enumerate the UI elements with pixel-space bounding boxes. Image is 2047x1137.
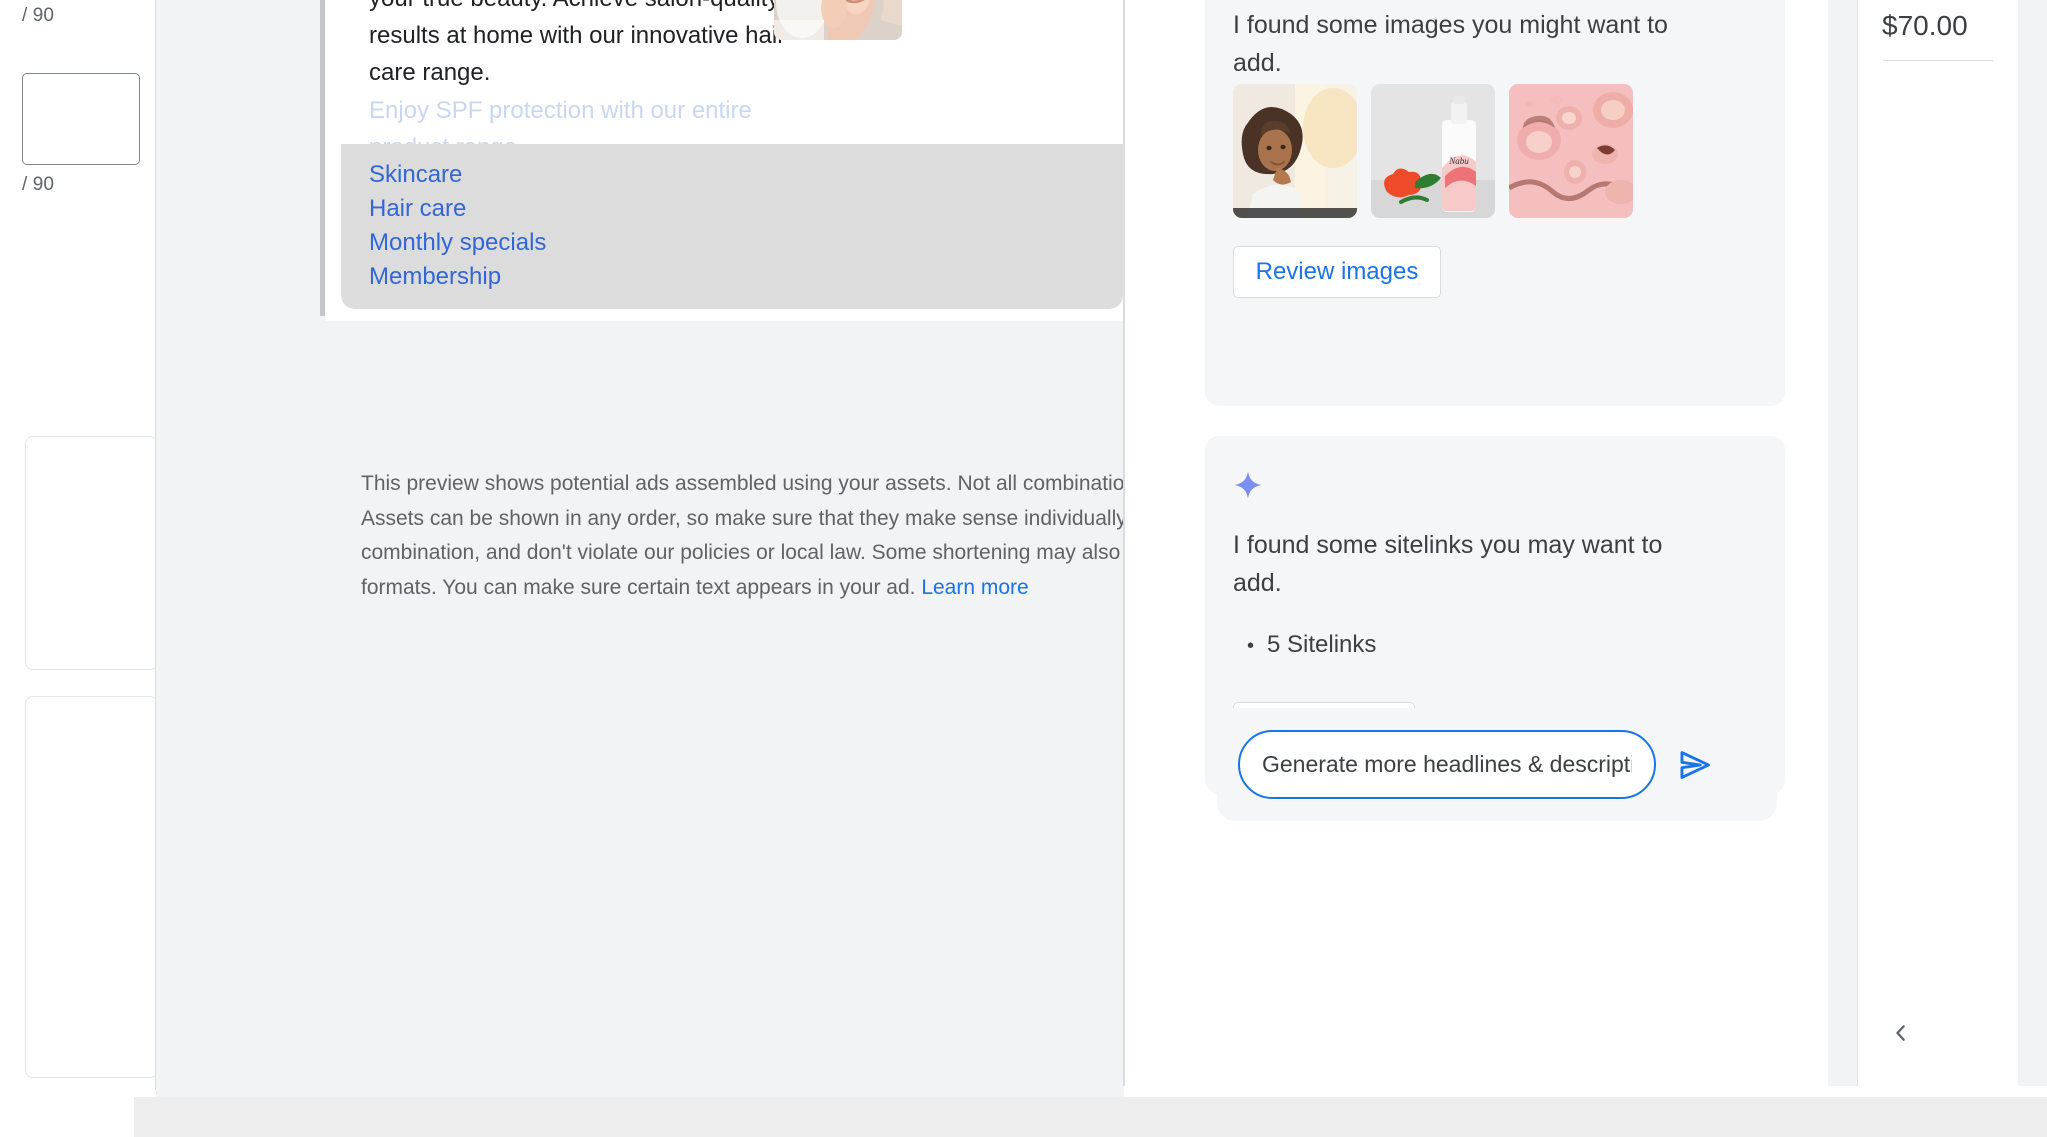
hair-product-bottle-with-flower-photo: Nabu: [1371, 84, 1495, 218]
asset-section-card-2[interactable]: [25, 696, 156, 1078]
ad-description: your true beauty. Achieve salon-quality …: [369, 0, 786, 86]
pink-water-droplets-photo: [1509, 84, 1633, 218]
budget-amount: $70.00: [1882, 10, 1968, 41]
bullet-icon: •: [1247, 635, 1255, 657]
ai-images-suggestion-card: I found some images you might want to ad…: [1205, 0, 1785, 406]
sitelinks-count-label: 5 Sitelinks: [1267, 631, 1377, 658]
suggested-image-thumb[interactable]: [1509, 84, 1633, 218]
char-counter-2: / 90: [22, 174, 55, 195]
learn-more-link[interactable]: Learn more: [921, 576, 1028, 599]
preview-disclaimer: This preview shows potential ads assembl…: [361, 467, 1124, 605]
woman-touching-face-photo: [774, 0, 902, 40]
page-bottom-strip: [0, 1097, 2047, 1137]
chevron-left-icon[interactable]: [1888, 1020, 1914, 1046]
char-counter-1: / 90: [22, 5, 55, 26]
suggested-image-list: Nabu: [1233, 84, 1633, 218]
asset-section-card-1[interactable]: [25, 436, 156, 947]
woman-curly-hair-photo: [1233, 84, 1357, 218]
ad-sitelinks-bar: Skincare Hair care Monthly specials Memb…: [341, 144, 1123, 309]
send-icon: [1680, 750, 1710, 779]
send-button[interactable]: [1674, 744, 1716, 786]
preview-frame-inner-left: [325, 0, 341, 321]
ai-assistant-panel: I found some images you might want to ad…: [1125, 0, 1828, 1086]
summary-column: [1858, 0, 2018, 1086]
suggested-image-thumb[interactable]: Nabu: [1371, 84, 1495, 218]
asset-text-field[interactable]: [22, 73, 140, 165]
review-images-button[interactable]: Review images: [1233, 246, 1441, 298]
sitelink-item[interactable]: Membership: [369, 260, 1123, 294]
ai-chat-composer: [1217, 708, 1777, 821]
ad-preview-card: your true beauty. Achieve salon-quality …: [341, 0, 1123, 321]
page-bottom-strip-left: [0, 1097, 134, 1137]
summary-divider-rule: [1883, 60, 1993, 61]
right-gutter-left: [1828, 0, 1858, 1086]
sitelink-item[interactable]: Hair care: [369, 192, 1123, 226]
asset-form-column: / 90 / 90: [0, 0, 156, 1100]
sitelinks-count-row: • 5 Sitelinks: [1247, 631, 1376, 659]
ad-preview-image: [774, 0, 902, 40]
sitelink-item[interactable]: Skincare: [369, 158, 1123, 192]
ad-preview-column: your true beauty. Achieve salon-quality …: [156, 0, 1124, 1100]
ai-sitelinks-message: I found some sitelinks you may want to a…: [1233, 531, 1663, 597]
svg-text:Nabu: Nabu: [1448, 156, 1469, 166]
sitelink-item[interactable]: Monthly specials: [369, 226, 1123, 260]
ai-sparkle-icon: [1234, 471, 1262, 499]
ai-images-message: I found some images you might want to ad…: [1233, 11, 1668, 77]
suggested-image-thumb[interactable]: [1233, 84, 1357, 218]
chat-input[interactable]: [1238, 730, 1656, 799]
ad-preview-body: your true beauty. Achieve salon-quality …: [341, 0, 1123, 161]
app-root: / 90 / 90 your true beauty. Achieve salo…: [0, 0, 2047, 1137]
right-gutter-right: [2018, 0, 2047, 1086]
